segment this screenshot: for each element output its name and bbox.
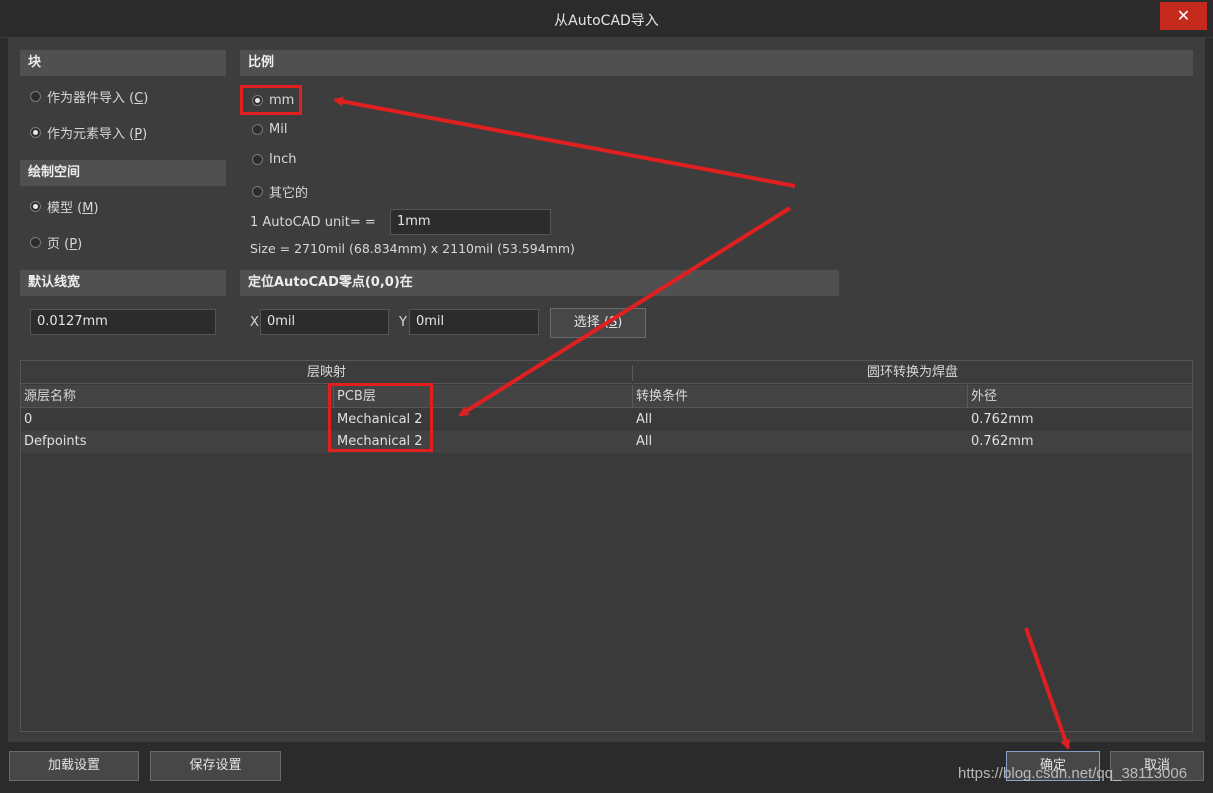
cell-outer-diameter[interactable]: 0.762mm [968,409,1192,431]
drawing-space-option-model[interactable]: 模型 (M) [30,197,99,216]
radio-icon [252,186,263,197]
scale-option-inch[interactable]: Inch [252,152,296,167]
annotation-box-pcb-layer [328,383,433,452]
radio-checked-icon [30,127,41,138]
block-option-element[interactable]: 作为元素导入 (P) [30,123,147,142]
radio-icon [30,91,41,102]
block-option-component[interactable]: 作为器件导入 (C) [30,87,148,106]
radio-icon [252,154,263,165]
cell-outer-diameter[interactable]: 0.762mm [968,431,1192,453]
origin-x-label: X [250,315,259,330]
window-title: 从AutoCAD导入 [554,13,659,29]
column-header-condition[interactable]: 转换条件 [633,385,967,408]
cell-condition[interactable]: All [633,431,967,453]
annotation-box-mm [240,85,302,115]
unit-value-input[interactable]: 1mm [390,209,551,235]
default-width-section-header: 默认线宽 [20,270,226,296]
option-label: 页 ( [47,237,70,252]
radio-checked-icon [30,201,41,212]
save-settings-button[interactable]: 保存设置 [150,751,281,781]
table-row[interactable]: Defpoints Mechanical 2 All 0.762mm [21,431,1192,453]
cell-source-layer: 0 [24,412,33,427]
load-settings-button[interactable]: 加载设置 [9,751,139,781]
group-header-layer-mapping: 层映射 [21,361,632,384]
origin-section-header: 定位AutoCAD零点(0,0)在 [240,270,839,296]
group-header-ring-to-pad: 圆环转换为焊盘 [633,361,1192,384]
block-section-header: 块 [20,50,226,76]
scale-option-mil[interactable]: Mil [252,122,287,137]
origin-x-input[interactable]: 0mil [260,309,389,335]
cell-source-layer: Defpoints [24,434,87,449]
scale-option-other[interactable]: 其它的 [252,182,308,201]
drawing-space-option-page[interactable]: 页 (P) [30,233,82,252]
option-label: 作为器件导入 ( [47,91,135,106]
origin-y-label: Y [399,315,407,330]
title-bar: 从AutoCAD导入 ✕ [0,0,1213,38]
scale-section-header: 比例 [240,50,1193,76]
table-row[interactable]: 0 Mechanical 2 All 0.762mm [21,409,1192,431]
import-dialog-body: 块 作为器件导入 (C) 作为元素导入 (P) 绘制空间 模型 (M) 页 (P… [8,38,1205,742]
option-label: 其它的 [269,186,309,201]
close-button[interactable]: ✕ [1160,2,1207,30]
drawing-space-section-header: 绘制空间 [20,160,226,186]
option-label: Mil [269,122,288,137]
column-header-source-layer[interactable]: 源层名称 [21,385,333,408]
radio-icon [30,237,41,248]
layer-mapping-grid: 层映射 圆环转换为焊盘 源层名称 PCB层 转换条件 外径 0 Mechanic… [20,360,1193,732]
option-label: 作为元素导入 ( [47,127,135,142]
column-header-outer-diameter[interactable]: 外径 [968,385,1192,408]
cell-condition[interactable]: All [633,409,967,431]
watermark-text: https://blog.csdn.net/qq_38113006 [958,765,1188,782]
origin-y-input[interactable]: 0mil [409,309,539,335]
default-width-input[interactable]: 0.0127mm [30,309,216,335]
unit-label: 1 AutoCAD unit= = [250,215,376,230]
option-label: Inch [269,152,297,167]
radio-icon [252,124,263,135]
select-origin-button[interactable]: 选择 (S) [550,308,646,338]
option-label: 模型 ( [47,201,83,216]
size-text: Size = 2710mil (68.834mm) x 2110mil (53.… [250,241,575,256]
